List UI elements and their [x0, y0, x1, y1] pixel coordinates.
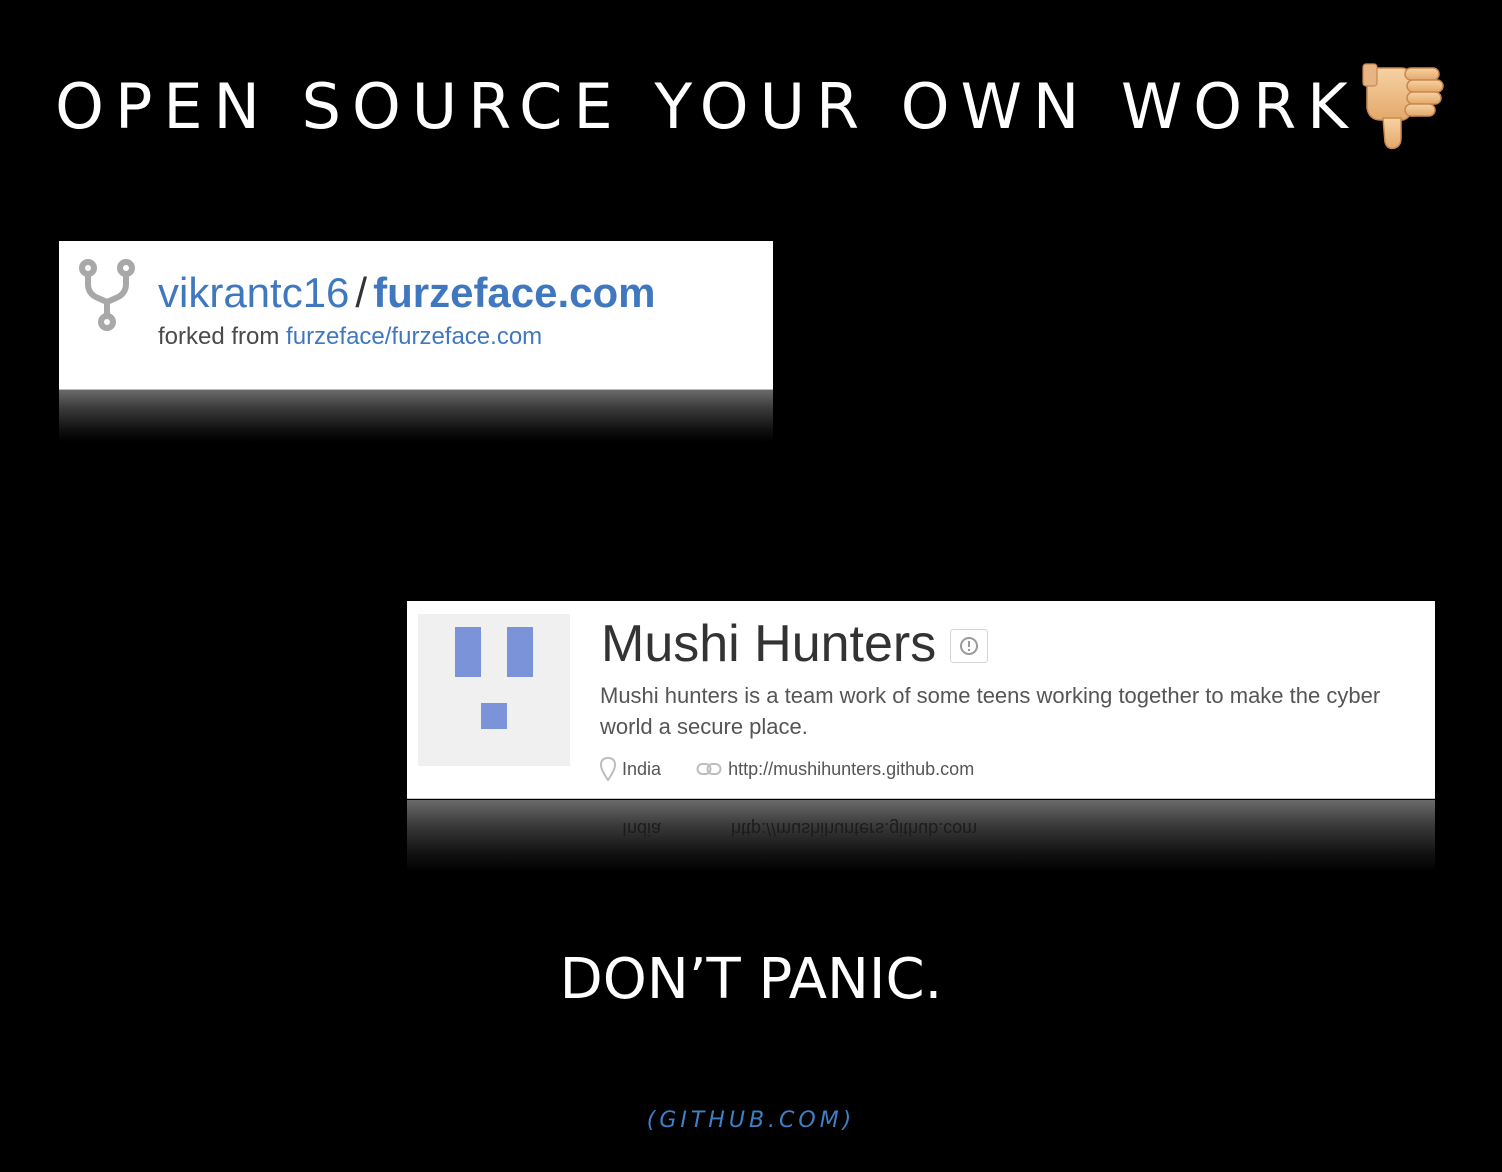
org-location: India [599, 755, 662, 782]
org-website: http://mushihunters.github.com [696, 755, 974, 782]
repo-title: vikrantc16/furzeface.com [158, 268, 656, 318]
slide-title-text: OPEN SOURCE YOUR OWN WORK [55, 70, 1359, 143]
forked-from-label: forked from [158, 323, 280, 350]
forked-repo-card-reflection [59, 390, 773, 442]
forked-source-link[interactable]: furzeface/furzeface.com [286, 323, 542, 350]
location-pin-icon [599, 756, 617, 782]
reflection-location: India [622, 819, 662, 839]
org-website-link[interactable]: http://mushihunters.github.com [728, 759, 974, 779]
slide-title: OPEN SOURCE YOUR OWN WORK [0, 62, 1502, 152]
avatar-pixel [455, 627, 481, 677]
org-meta-reflection: India http://mushihunters.github.com [600, 818, 977, 839]
source-credit: (GITHUB.COM) [646, 1108, 856, 1133]
org-name: Mushi Hunters [601, 615, 937, 673]
org-avatar[interactable] [418, 614, 570, 766]
forked-from-line: forked from furzeface/furzeface.com [158, 322, 542, 352]
org-description: Mushi hunters is a team work of some tee… [600, 683, 1381, 739]
org-meta: India http://mushihunters.github.com [599, 754, 974, 782]
repo-separator: / [355, 269, 368, 316]
thumbs-down-icon [1361, 62, 1447, 152]
tagline: DON’T PANIC. [559, 947, 943, 1012]
link-icon [696, 762, 722, 775]
avatar-pixel [481, 703, 507, 729]
info-badge-icon[interactable] [950, 629, 989, 663]
repo-name-link[interactable]: furzeface.com [373, 269, 655, 316]
reflection-website: http://mushihunters.github.com [731, 819, 978, 839]
org-location-text: India [622, 758, 662, 779]
repo-owner-link[interactable]: vikrantc16 [158, 269, 349, 316]
org-header: Mushi Hunters [601, 612, 989, 676]
avatar-pixel [507, 627, 533, 677]
repo-forked-icon [78, 258, 136, 334]
